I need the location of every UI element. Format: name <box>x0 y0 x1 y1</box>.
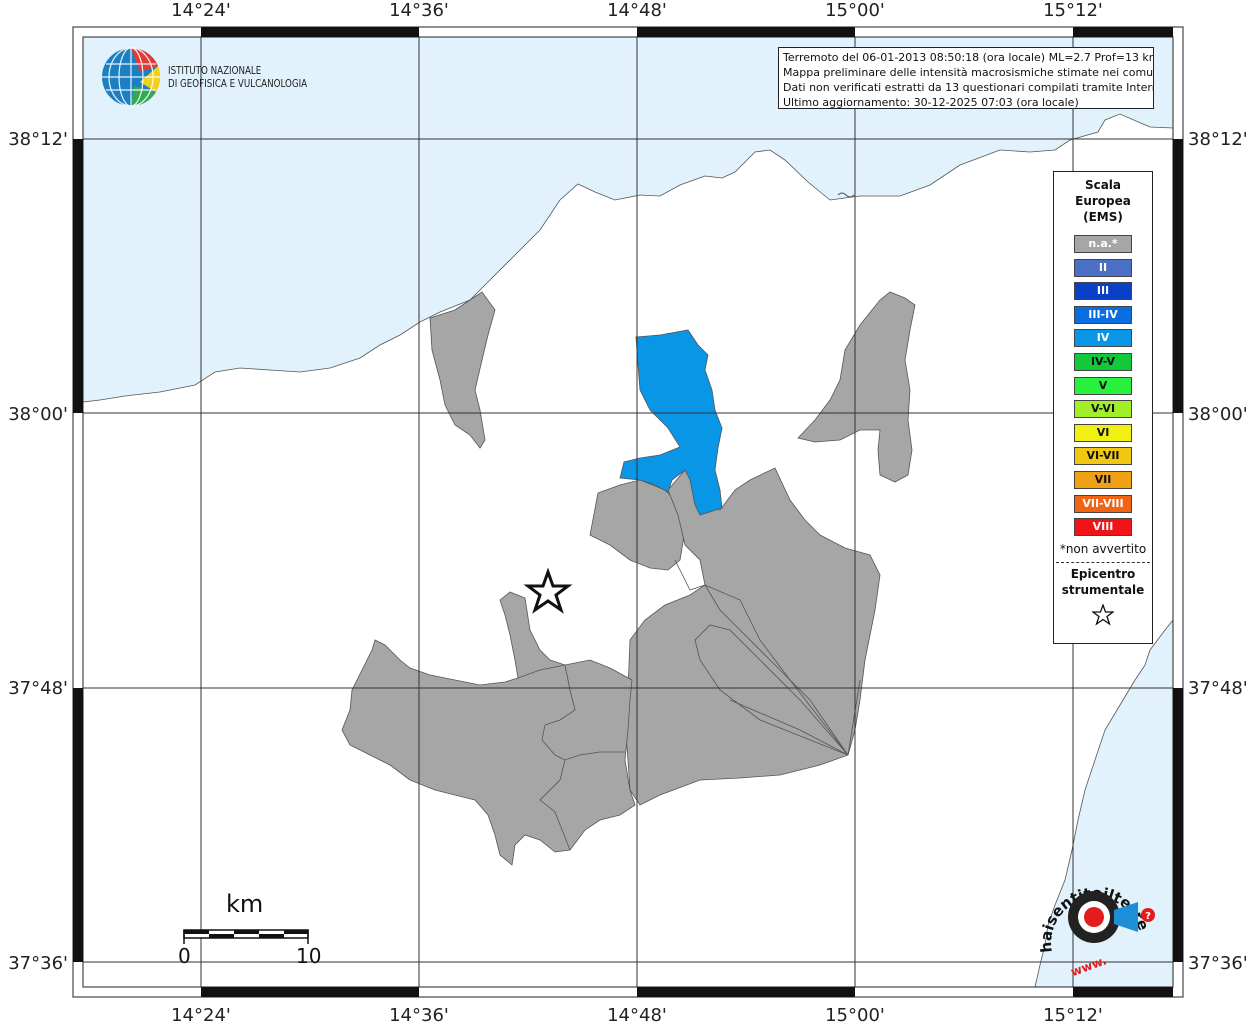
legend-chip: III <box>1074 282 1132 301</box>
bottom-tick-label: 14°48' <box>607 1005 667 1024</box>
left-tick-label: 37°48' <box>8 678 68 699</box>
top-tick-label: 15°00' <box>825 0 885 21</box>
legend-chip: VIII <box>1074 518 1132 537</box>
legend-chip: V <box>1074 376 1132 395</box>
legend-epicenter-line: Epicentro <box>1070 567 1136 582</box>
info-line-1: Terremoto del 06-01-2013 08:50:18 (ora l… <box>783 51 1154 64</box>
left-tick-label: 38°12' <box>8 129 68 150</box>
event-info-box: Terremoto del 06-01-2013 08:50:18 (ora l… <box>778 47 1154 109</box>
right-tick-label: 38°00' <box>1188 404 1248 425</box>
ems-legend: Scala Europea (EMS) n.a.* II III III-IV IV IV… <box>1053 171 1153 644</box>
bottom-tick-label: 14°36' <box>389 1005 449 1024</box>
legend-note: *non avvertito <box>1059 542 1147 557</box>
legend-title-line: Europea <box>1075 194 1131 208</box>
right-tick-label: 37°36' <box>1188 953 1248 974</box>
legend-chip: VI <box>1074 423 1132 442</box>
top-tick-label: 14°24' <box>171 0 231 21</box>
legend-chip: VI-VII <box>1074 447 1132 466</box>
svg-text:?: ? <box>1145 911 1151 922</box>
right-tick-label: 38°12' <box>1188 129 1248 150</box>
legend-chip: II <box>1074 258 1132 277</box>
scale-bar: km 0 10 <box>176 890 326 970</box>
globe-icon <box>102 47 161 107</box>
top-tick-label: 15°12' <box>1043 0 1103 21</box>
legend-chip: IV <box>1074 329 1132 348</box>
left-tick-label: 38°00' <box>8 404 68 425</box>
legend-title: Scala Europea (EMS) <box>1054 177 1152 225</box>
legend-chip: V-VI <box>1074 400 1132 419</box>
info-line-3: Dati non verificati estratti da 13 quest… <box>783 81 1154 94</box>
bottom-tick-label: 14°24' <box>171 1005 231 1024</box>
legend-title-line: Scala <box>1084 178 1122 192</box>
logo-line-2: DI GEOFISICA E VULCANOLOGIA <box>168 77 308 90</box>
legend-divider <box>1056 562 1150 564</box>
legend-star-icon <box>1054 603 1152 630</box>
top-tick-label: 14°48' <box>607 0 667 21</box>
legend-chip: IV-V <box>1074 352 1132 371</box>
ingv-logo: ISTITUTO NAZIONALE DI GEOFISICA E VULCAN… <box>100 46 330 110</box>
scale-unit: km <box>226 890 264 918</box>
legend-chip: VII-VIII <box>1074 494 1132 513</box>
hst-prefix: www. <box>1069 953 1109 977</box>
hai-sentito-logo: haisentitoilterremoto.it ? www. <box>1022 848 1160 979</box>
legend-chip: VII <box>1074 470 1132 489</box>
scale-end: 10 <box>296 944 322 968</box>
right-tick-label: 37°48' <box>1188 678 1248 699</box>
left-tick-label: 37°36' <box>8 953 68 974</box>
legend-epicenter-line: strumentale <box>1061 583 1145 598</box>
legend-title-line: (EMS) <box>1083 210 1123 224</box>
scale-start: 0 <box>178 944 191 968</box>
info-line-4: Ultimo aggiornamento: 30-12-2025 07:03 (… <box>783 96 1079 109</box>
legend-chip: III-IV <box>1074 305 1132 324</box>
top-tick-label: 14°36' <box>389 0 449 21</box>
logo-line-1: ISTITUTO NAZIONALE <box>168 64 262 77</box>
bottom-tick-label: 15°00' <box>825 1005 885 1024</box>
legend-epicenter-label: Epicentro strumentale <box>1054 566 1152 598</box>
bottom-tick-label: 15°12' <box>1043 1005 1103 1024</box>
legend-chip: n.a.* <box>1074 235 1132 253</box>
legend-items: n.a.* II III III-IV IV IV-V V V-VI VI VI-VII VII VI… <box>1054 235 1152 537</box>
info-line-2: Mappa preliminare delle intensità macros… <box>783 66 1154 79</box>
